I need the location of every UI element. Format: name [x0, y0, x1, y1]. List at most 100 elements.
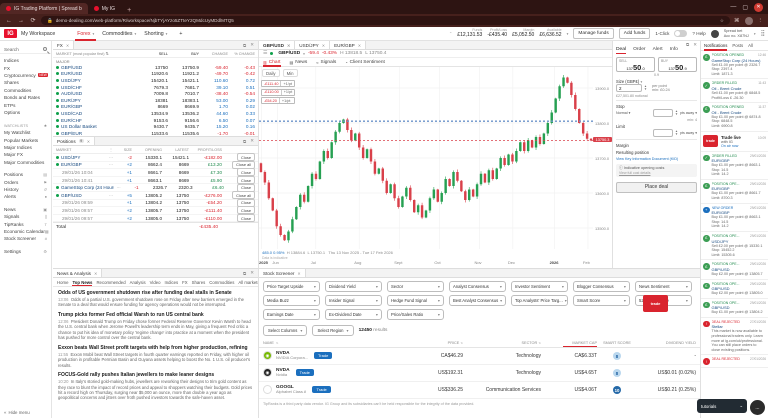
workspace-tab[interactable]: Forex▾ [73, 27, 98, 41]
sell-price[interactable]: 15420.1 [137, 78, 168, 83]
position-badge[interactable]: -£54.20 +1/pt [261, 97, 295, 104]
select-region-button[interactable]: Select Region▾ [312, 325, 353, 336]
sidebar-research-item[interactable]: Stock Screener# [0, 235, 51, 242]
stop-stepper[interactable]: ▲▼ [675, 110, 678, 116]
watchlist-row[interactable]: EUR/JPY 18381 18383.1 53.00 0.29 [53, 97, 258, 104]
screener-filter-select[interactable]: Top Analysts' Price Targ...▾ [511, 295, 568, 306]
screener-filter-select[interactable]: Investor Sentiment▾ [511, 281, 568, 292]
sell-price[interactable]: 18381 [137, 98, 168, 103]
maximize-button[interactable]: ▢ [742, 4, 748, 11]
stop-type-select[interactable]: Normal ▾ [616, 111, 630, 115]
sidebar-item[interactable]: Bonds and Rates [0, 94, 51, 101]
trade-button[interactable]: Trade [312, 386, 330, 393]
watchlist-row[interactable]: EUR/GBP 8669 8669.9 1.70 0.02 [53, 104, 258, 111]
news-story[interactable]: FOCUS-Gold rally pushes Italian jeweller… [53, 369, 258, 402]
screener-filter-select[interactable]: Sector▾ [387, 281, 444, 292]
buy-price[interactable]: 13536.2 [168, 111, 199, 116]
notification-item[interactable]: ! DEAL REJECTED27/01/2026 Stellar This m… [701, 318, 768, 356]
chart-view-tab[interactable]: ≈Signals [316, 58, 336, 67]
workspace-name[interactable]: My Workspace [21, 31, 55, 37]
popout-icon[interactable]: ⧉ [243, 271, 246, 276]
minimize-button[interactable]: — [730, 4, 736, 10]
screener-row[interactable]: G GOOGL Alphabet Class A Trade US$336.25… [259, 382, 700, 399]
sidebar-trading-item[interactable]: History↺ [0, 186, 51, 193]
screener-filter-select[interactable]: Analyst Consensus▾ [449, 281, 506, 292]
buy-price[interactable]: 9435.7 [168, 124, 199, 129]
news-category-tab[interactable]: Top News [72, 278, 92, 287]
stop-units-select[interactable]: pts away ▾ [680, 111, 697, 115]
sidebar-research-item[interactable]: TipRanksT [0, 220, 51, 227]
row-menu-icon[interactable]: ⋯ [106, 155, 116, 160]
notifications-tab[interactable]: All [748, 41, 753, 51]
news-category-tab[interactable]: Commodities [209, 278, 234, 287]
buy-price[interactable]: 9156.6 [168, 118, 199, 123]
news-category-tab[interactable]: Home [57, 278, 68, 287]
sell-price[interactable]: 13534.9 [137, 111, 168, 116]
size-input[interactable] [616, 84, 642, 92]
news-category-tab[interactable]: Shares [192, 278, 206, 287]
buy-price[interactable]: 8669.9 [168, 104, 199, 109]
chart-market-tab[interactable]: EUR/GBP✕ [330, 41, 366, 49]
sell-price[interactable]: 8669 [137, 104, 168, 109]
screener-filter-select[interactable]: Ex-Dividend Date▾ [325, 309, 382, 320]
close-icon[interactable]: ✕ [94, 271, 97, 276]
extensions-icon[interactable]: ⌘ [734, 18, 740, 24]
row-menu-icon[interactable]: ⋯ [114, 185, 123, 190]
position-badge[interactable]: -£111.40 +1/pt [261, 80, 295, 87]
hide-menu-button[interactable]: «Hide menu [0, 410, 52, 415]
positions-tab[interactable]: Positions9✕ [53, 137, 95, 145]
notification-item[interactable]: £ POSITION OPE...29/01/2026 USD/JPY Sell… [701, 232, 768, 260]
notification-item[interactable]: ✓ ORDER FILLED11:43 Oil - Brent Crude Se… [701, 79, 768, 103]
add-workspace-tab-button[interactable]: + [175, 27, 186, 41]
workspace-tab[interactable]: Commodities▾ [98, 27, 140, 41]
news-category-tab[interactable]: FX [182, 278, 188, 287]
margin-row[interactable]: Margin [616, 143, 697, 148]
sell-button[interactable]: SELL 13750.0 [616, 57, 655, 72]
watchlist-row[interactable]: US Dollar Basket 9430.7 9435.7 15.20 0.1… [53, 123, 258, 130]
news-story[interactable]: Odds of US government shutdown rise afte… [53, 287, 258, 309]
news-story[interactable]: Trump picks former Fed official Warsh to… [53, 309, 258, 342]
sell-price[interactable]: 7679.3 [137, 85, 168, 90]
buy-price[interactable]: 15421.1 [168, 78, 199, 83]
account-dropdown-icon[interactable]: ▾ [754, 32, 756, 36]
news-category-tab[interactable]: All markets [238, 278, 258, 287]
close-panel-icon[interactable]: ✕ [250, 270, 254, 276]
chart-market-tab[interactable]: USD/JPY✕ [295, 41, 330, 49]
close-panel-icon[interactable]: ✕ [250, 138, 254, 144]
close-icon[interactable]: ✕ [322, 43, 325, 48]
chart-view-tab[interactable]: ▥Chart [263, 58, 281, 67]
resulting-position-row[interactable]: Resulting position [616, 150, 697, 155]
screener-filter-select[interactable]: Price Target Upside▾ [263, 281, 320, 292]
sidebar-trading-item[interactable]: Alerts● [0, 193, 51, 200]
sidebar-item[interactable]: FX [0, 64, 51, 71]
watchlist-row[interactable]: USD/CHF 7679.3 7681.7 39.10 0.51 [53, 84, 258, 91]
browser-tab-myig[interactable]: My IG [88, 3, 121, 14]
watchlist-row[interactable]: EUR/CHF 9153.6 9156.6 6.50 0.07 [53, 117, 258, 124]
place-deal-button[interactable]: Place deal [616, 182, 697, 193]
deal-ticket-tab[interactable]: Order [633, 45, 646, 54]
screener-filter-select[interactable]: Dividend Yield▾ [325, 281, 382, 292]
notification-item[interactable]: £ POSITION OPE...29/01/2026 GBP/USD Buy … [701, 299, 768, 318]
sidebar-item[interactable]: Options [0, 109, 51, 116]
sidebar-trading-item[interactable]: Orders⚑ [0, 178, 51, 185]
notification-item[interactable]: £ POSITION OPENED12:46 GameStop Corp (24… [701, 51, 768, 79]
notification-item[interactable]: £ POSITION OPENED11:37 Oil - Brent Crude… [701, 103, 768, 131]
notification-item[interactable]: £ POSITION OPE...29/01/2026 EUR/GBP Buy … [701, 180, 768, 204]
refresh-button[interactable]: ⟳ [29, 17, 37, 24]
limit-stepper[interactable]: ▲▼ [675, 130, 678, 136]
popout-icon[interactable]: ⧉ [686, 42, 689, 48]
one-click-toggle[interactable] [674, 30, 687, 37]
select-columns-button[interactable]: Select Columns▾ [263, 325, 307, 336]
buy-price[interactable]: 7010.7 [168, 91, 199, 96]
funds-dropdown-icon[interactable]: ▾ [567, 32, 569, 36]
notifications-tab[interactable]: Posts [732, 41, 743, 51]
close-panel-icon[interactable]: ✕ [693, 42, 697, 48]
limit-units-select[interactable]: pts away ▾ [680, 131, 697, 135]
notification-item[interactable]: ! DEAL REJECTED27/01/2026 [701, 355, 768, 368]
close-icon[interactable]: ✕ [287, 43, 290, 48]
deal-ticket-tab[interactable]: Info [670, 45, 678, 54]
buy-price[interactable]: 11535.6 [168, 131, 199, 136]
notifications-tab[interactable]: Notifications [704, 41, 727, 51]
stock-screener-tab[interactable]: Stock Screener✕ [259, 269, 306, 277]
collapse-chevron-icon[interactable]: ⌃ [449, 31, 452, 36]
